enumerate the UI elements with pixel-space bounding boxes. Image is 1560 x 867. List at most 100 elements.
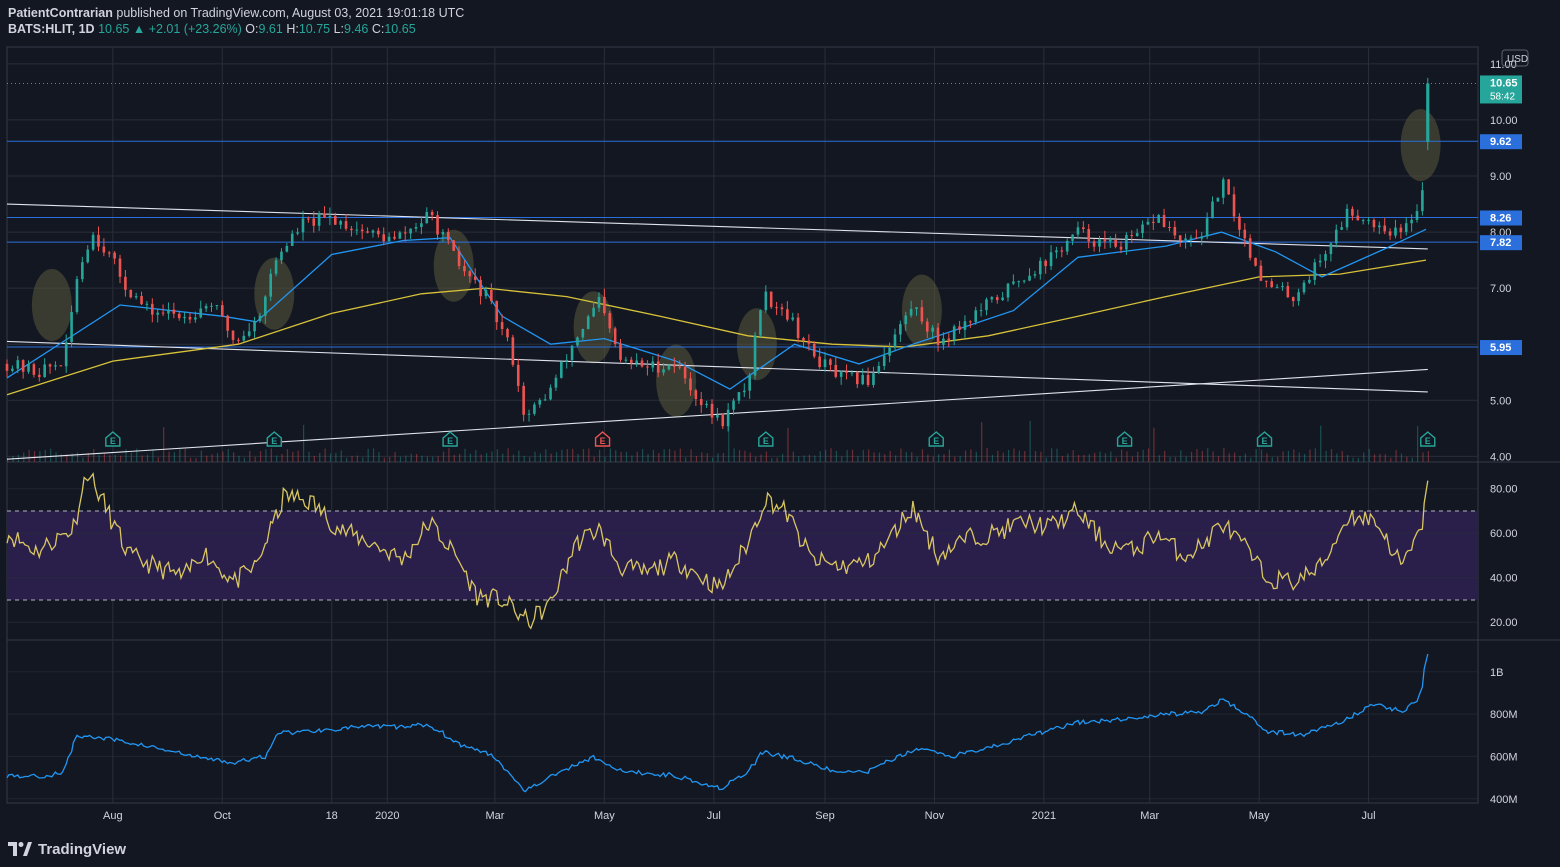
volume-bar <box>825 449 827 462</box>
candle-body <box>177 313 181 319</box>
candle-body <box>899 324 902 335</box>
candle-body <box>280 251 283 261</box>
candle-body <box>360 229 364 232</box>
candle-body <box>54 365 57 367</box>
highlight-blob <box>736 308 777 381</box>
volume-bar <box>776 457 778 462</box>
volume-bar <box>1072 450 1074 462</box>
candle-body <box>990 297 994 300</box>
candle-body <box>1162 215 1166 228</box>
volume-bar <box>1169 456 1171 462</box>
candle-body <box>1178 235 1182 241</box>
volume-bar <box>615 450 617 462</box>
candle-body <box>1135 233 1139 236</box>
candle-body <box>1006 283 1010 298</box>
candle-body <box>48 364 52 367</box>
rsi-tick-label: 60.00 <box>1490 528 1518 540</box>
volume-bar <box>1384 454 1386 462</box>
volume-bar <box>1147 448 1150 462</box>
tradingview-footer: TradingView <box>8 838 126 860</box>
volume-bar <box>1164 450 1166 462</box>
volume-bar <box>1228 453 1230 462</box>
level-price-badge-value: 8.26 <box>1490 212 1511 224</box>
x-tick-label: Mar <box>1140 810 1159 822</box>
candle-body <box>958 326 961 330</box>
earnings-marker-label: E <box>763 436 769 446</box>
volume-bar <box>1314 448 1316 462</box>
candle-body <box>619 344 622 360</box>
volume-bar <box>738 449 741 462</box>
volume-bar <box>189 457 192 462</box>
candle-body <box>1044 260 1047 267</box>
candle-body <box>113 252 116 259</box>
candle-body <box>1270 281 1274 288</box>
volume-bar <box>878 452 881 462</box>
volume-bar <box>981 422 983 462</box>
volume-bar <box>1174 457 1177 462</box>
candle-body <box>522 385 525 415</box>
candle-body <box>753 335 757 376</box>
chart-canvas[interactable]: Aug Oct 18 2020 Mar May Jul Sep Nov 2021 Mar May Jul… <box>0 0 1560 867</box>
candle-body <box>947 338 951 340</box>
volume-bar <box>959 456 961 462</box>
tradingview-brand[interactable]: TradingView <box>38 841 126 858</box>
candle-body <box>490 289 493 302</box>
candle-body <box>576 337 579 346</box>
candle-body <box>1195 237 1198 239</box>
candle-body <box>1103 239 1107 242</box>
volume-bar <box>814 455 816 462</box>
rsi-tick-label: 80.00 <box>1490 484 1518 496</box>
volume-bar <box>857 456 859 462</box>
candle-body <box>802 338 805 341</box>
candle-body <box>237 339 240 341</box>
candle-body <box>43 364 46 378</box>
candle-body <box>829 359 832 365</box>
candle-body <box>64 342 68 367</box>
volume-bar <box>1040 451 1042 462</box>
volume-bar <box>1056 448 1058 462</box>
candle-body <box>699 399 703 406</box>
volume-bar <box>647 453 649 462</box>
volume-bar <box>1061 456 1064 462</box>
candle-body <box>1049 252 1053 267</box>
candle-body <box>81 262 84 280</box>
volume-bar <box>475 449 477 462</box>
volume-bar <box>873 452 875 462</box>
volume-bar <box>1287 450 1290 462</box>
volume-bar <box>921 449 924 462</box>
volume-bar <box>410 453 412 462</box>
candle-body <box>942 338 945 345</box>
volume-bar <box>1024 451 1026 462</box>
volume-bar <box>1121 449 1123 462</box>
volume-bar <box>948 449 950 462</box>
candle-body <box>457 250 461 266</box>
candle-body <box>27 364 30 372</box>
candle-body <box>882 355 886 366</box>
volume-bar <box>1320 425 1322 462</box>
candle-body <box>581 328 585 338</box>
volume-bar <box>356 455 359 462</box>
volume-bar <box>44 449 46 462</box>
candle-body <box>269 273 273 297</box>
volume-bar <box>405 455 407 462</box>
x-tick-label: Sep <box>815 810 835 822</box>
volume-bar <box>82 457 84 462</box>
volume-bar <box>1180 450 1182 462</box>
candle-body <box>1281 286 1284 288</box>
volume-bar <box>270 448 272 462</box>
candle-body <box>1130 234 1134 236</box>
obv-line <box>6 653 1429 793</box>
volume-bar <box>781 453 784 462</box>
candle-body <box>1184 238 1187 241</box>
volume-bar <box>663 449 665 462</box>
candle-body <box>1119 246 1123 250</box>
volume-bar <box>706 453 708 462</box>
candle-body <box>538 400 542 405</box>
volume-bar <box>259 451 262 462</box>
candle-body <box>323 213 326 218</box>
candle-body <box>274 260 278 274</box>
candle-body <box>1071 234 1074 241</box>
volume-bar <box>1271 457 1273 462</box>
volume-bar <box>1126 451 1128 462</box>
volume-bar <box>964 450 967 462</box>
